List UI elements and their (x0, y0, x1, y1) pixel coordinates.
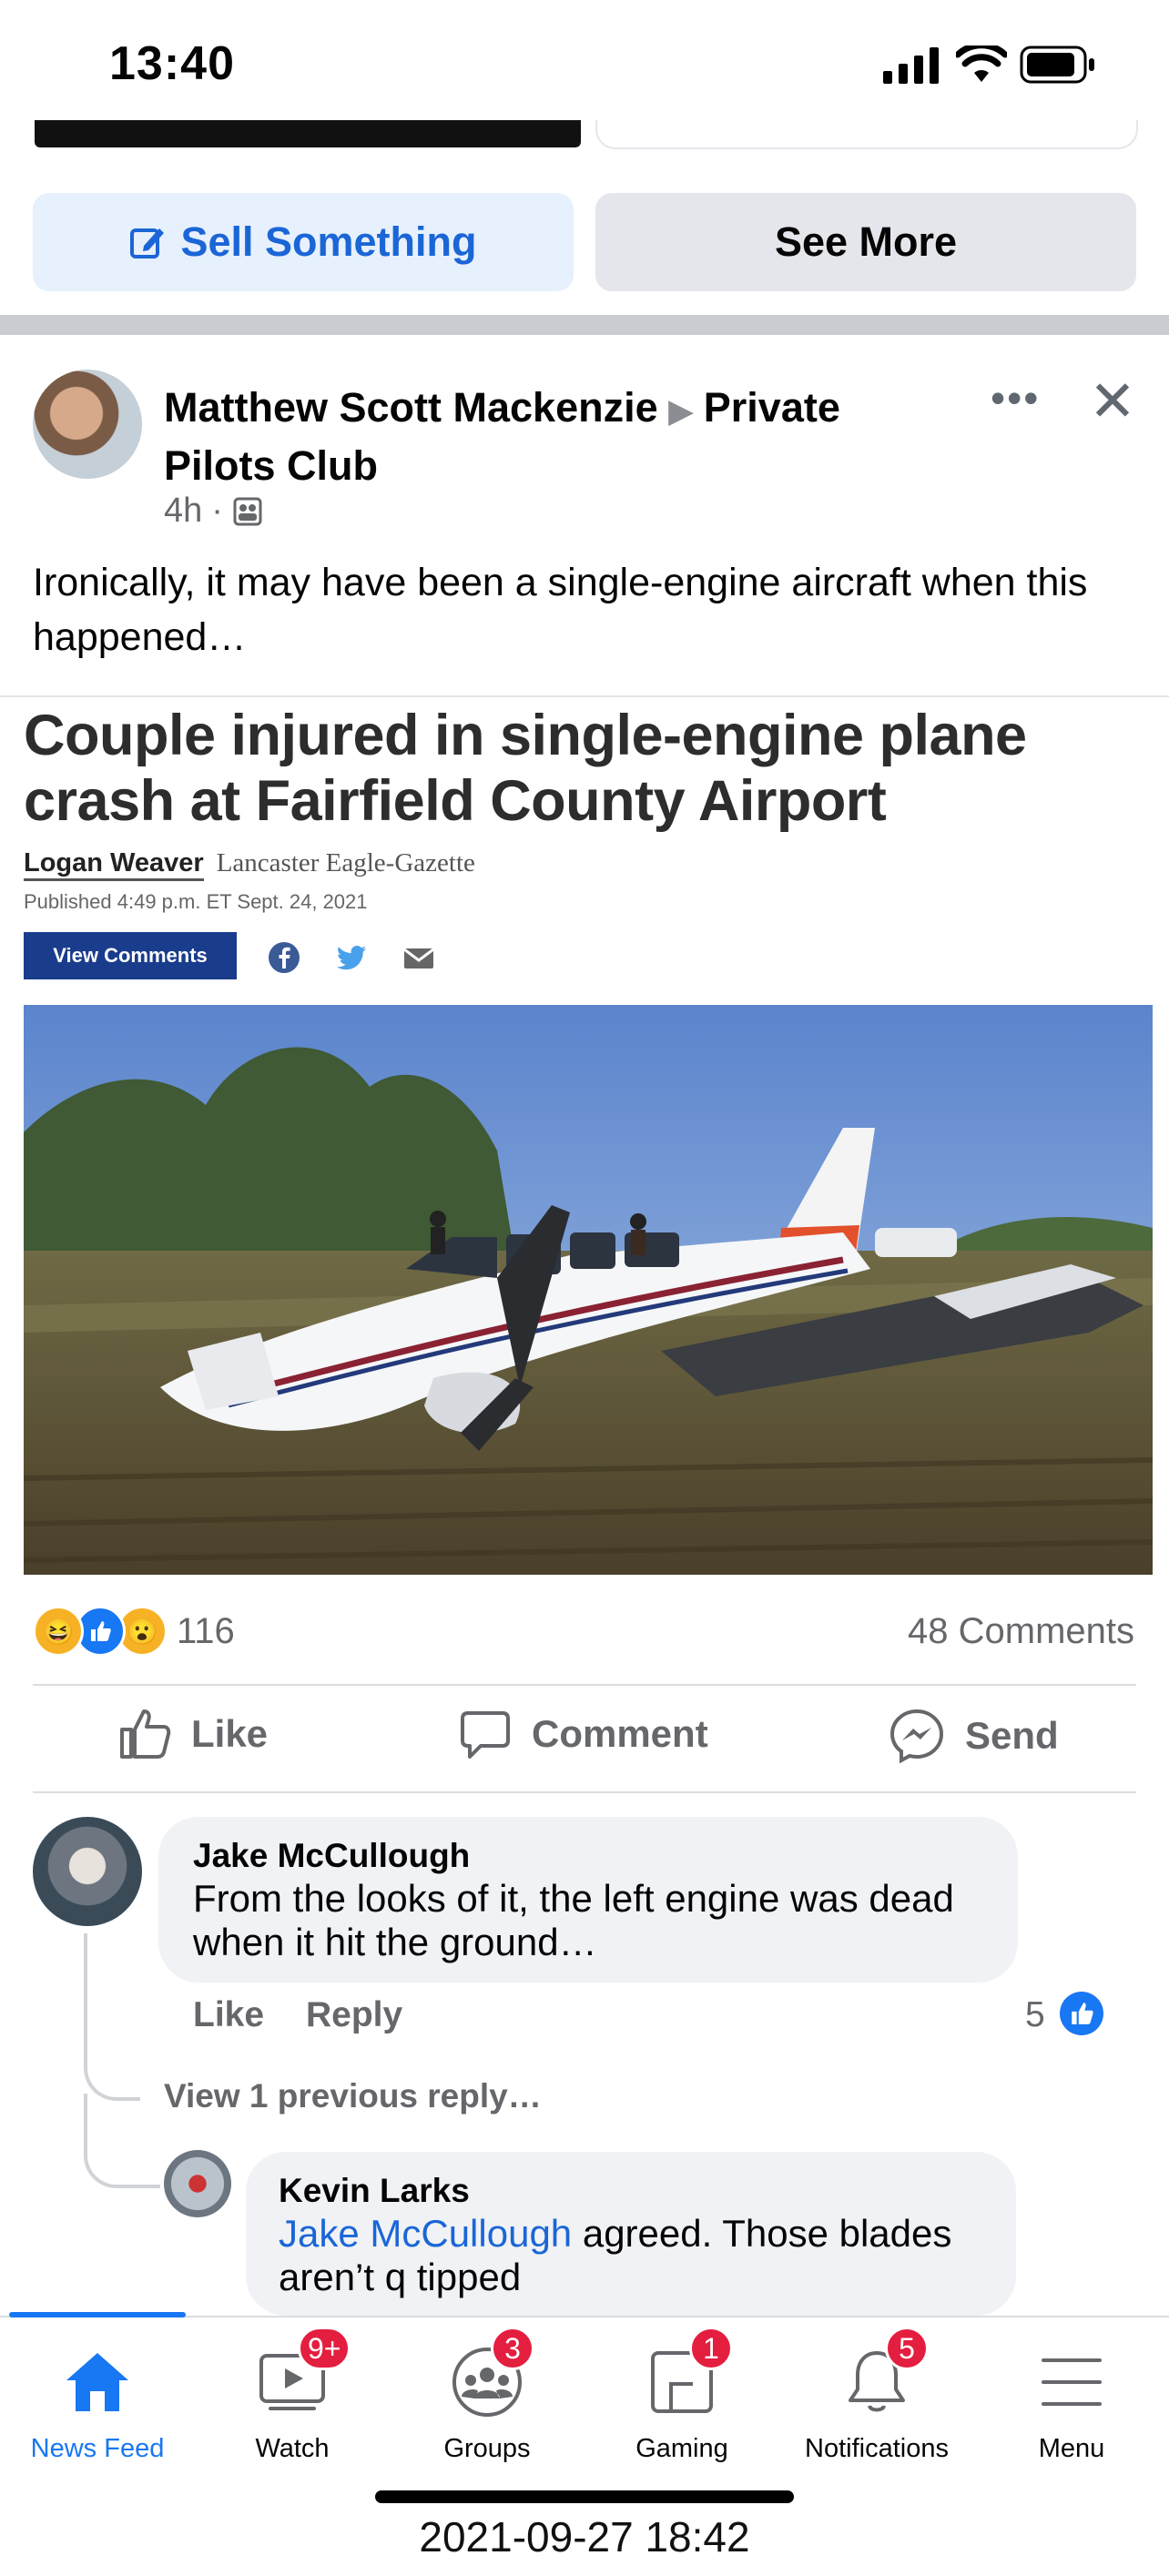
comment-label: Comment (532, 1712, 708, 1755)
nav-label: Notifications (805, 2434, 949, 2463)
article-author: Logan Weaver (24, 848, 204, 881)
comment-reply-button[interactable]: Reply (306, 1995, 402, 2035)
more-options-icon[interactable]: ••• (991, 373, 1040, 422)
mail-icon (403, 948, 434, 969)
author-name[interactable]: Matthew Scott Mackenzie (164, 384, 658, 431)
privacy-icon (233, 497, 262, 525)
divider (33, 1791, 1136, 1793)
article-photo[interactable] (24, 1005, 1153, 1575)
nav-label: Groups (443, 2434, 531, 2463)
see-more-label: See More (774, 218, 958, 265)
nav-label: News Feed (30, 2434, 165, 2463)
reaction-count[interactable]: 116 (177, 1611, 235, 1652)
meta-dot: · (211, 492, 223, 530)
nav-label: Watch (255, 2434, 330, 2463)
view-previous-replies[interactable]: View 1 previous reply… (164, 2077, 542, 2115)
comment-like-count[interactable]: 5 (1025, 1995, 1045, 2035)
watch-badge: 9+ (298, 2327, 351, 2370)
post-author-line: Matthew Scott Mackenzie ▶ Private Pilots C… (164, 380, 910, 493)
sell-something-button[interactable]: Sell Something (33, 193, 574, 291)
reaction-icons[interactable]: 😆 😮 (33, 1606, 168, 1657)
post-time[interactable]: 4h (164, 492, 202, 531)
comment-count[interactable]: 48 Comments (908, 1611, 1134, 1652)
active-tab-indicator (9, 2312, 186, 2317)
nav-groups[interactable]: 3 Groups (390, 2327, 584, 2464)
screenshot-timestamp: 2021-09-27 18:42 (419, 2513, 750, 2561)
author-avatar[interactable] (33, 370, 142, 479)
nav-gaming[interactable]: 1 Gaming (584, 2327, 779, 2464)
nav-notifications[interactable]: 5 Notifications (779, 2327, 974, 2464)
like-label: Like (191, 1712, 269, 1755)
haha-icon: 😆 (33, 1606, 84, 1657)
facebook-icon (269, 942, 300, 973)
reply-mention[interactable]: Jake McCullough (279, 2212, 572, 2255)
send-label: Send (965, 1714, 1059, 1757)
nav-label: Gaming (635, 2434, 728, 2463)
feed-separator (0, 315, 1169, 335)
home-icon (66, 2353, 128, 2411)
plane-crash-photo (24, 1005, 1153, 1575)
commenter-name[interactable]: Jake McCullough (193, 1837, 470, 1875)
messenger-icon (889, 1709, 944, 1764)
wifi-icon (956, 46, 1007, 82)
close-icon[interactable]: ✕ (1089, 368, 1136, 434)
commenter-avatar[interactable] (33, 1817, 142, 1926)
nav-news-feed[interactable]: News Feed (0, 2341, 195, 2464)
article-headline: Couple injured in single-engine plane cr… (24, 704, 1027, 833)
reply-text: Jake McCullough agreed. Those blades are… (279, 2212, 998, 2299)
previous-card (595, 120, 1138, 149)
gaming-badge: 1 (689, 2327, 733, 2370)
divider (0, 695, 1169, 697)
thread-line (84, 2094, 160, 2188)
like-button[interactable]: Like (118, 1708, 268, 1760)
comment-text: From the looks of it, the left engine wa… (193, 1877, 954, 1963)
article-published: Published 4:49 p.m. ET Sept. 24, 2021 (24, 890, 368, 913)
edit-icon (130, 228, 165, 259)
comment-like-button[interactable]: Like (193, 1995, 264, 2035)
comment-icon (461, 1711, 510, 1759)
menu-icon (1042, 2358, 1102, 2406)
like-badge-icon (1060, 1992, 1103, 2035)
signal-icon (883, 47, 939, 84)
nav-menu[interactable]: Menu (974, 2341, 1169, 2464)
comment-button[interactable]: Comment (459, 1708, 708, 1760)
article-source: Lancaster Eagle-Gazette (216, 848, 475, 877)
see-more-button[interactable]: See More (595, 193, 1136, 291)
notifications-badge: 5 (885, 2327, 929, 2370)
reply-avatar[interactable] (164, 2150, 231, 2217)
reply-author-name[interactable]: Kevin Larks (279, 2172, 470, 2210)
view-comments-button: View Comments (24, 932, 237, 979)
post-meta: 4h · (164, 492, 263, 531)
divider (33, 1684, 1136, 1686)
article-byline: Logan Weaver Lancaster Eagle-Gazette (24, 848, 475, 881)
sell-something-label: Sell Something (180, 218, 477, 265)
send-button[interactable]: Send (889, 1708, 1059, 1764)
previous-card-image (35, 120, 581, 147)
nav-watch[interactable]: 9+ Watch (195, 2327, 390, 2464)
home-indicator[interactable] (375, 2490, 794, 2503)
like-icon (120, 1709, 171, 1759)
battery-icon (1020, 46, 1094, 84)
nav-label: Menu (1038, 2434, 1105, 2463)
arrow-right-icon: ▶ (668, 394, 693, 429)
twitter-icon (337, 946, 366, 970)
groups-badge: 3 (491, 2327, 534, 2370)
thread-line (84, 1933, 140, 2101)
status-time: 13:40 (109, 37, 235, 90)
post-text: Ironically, it may have been a single-en… (33, 561, 1088, 659)
